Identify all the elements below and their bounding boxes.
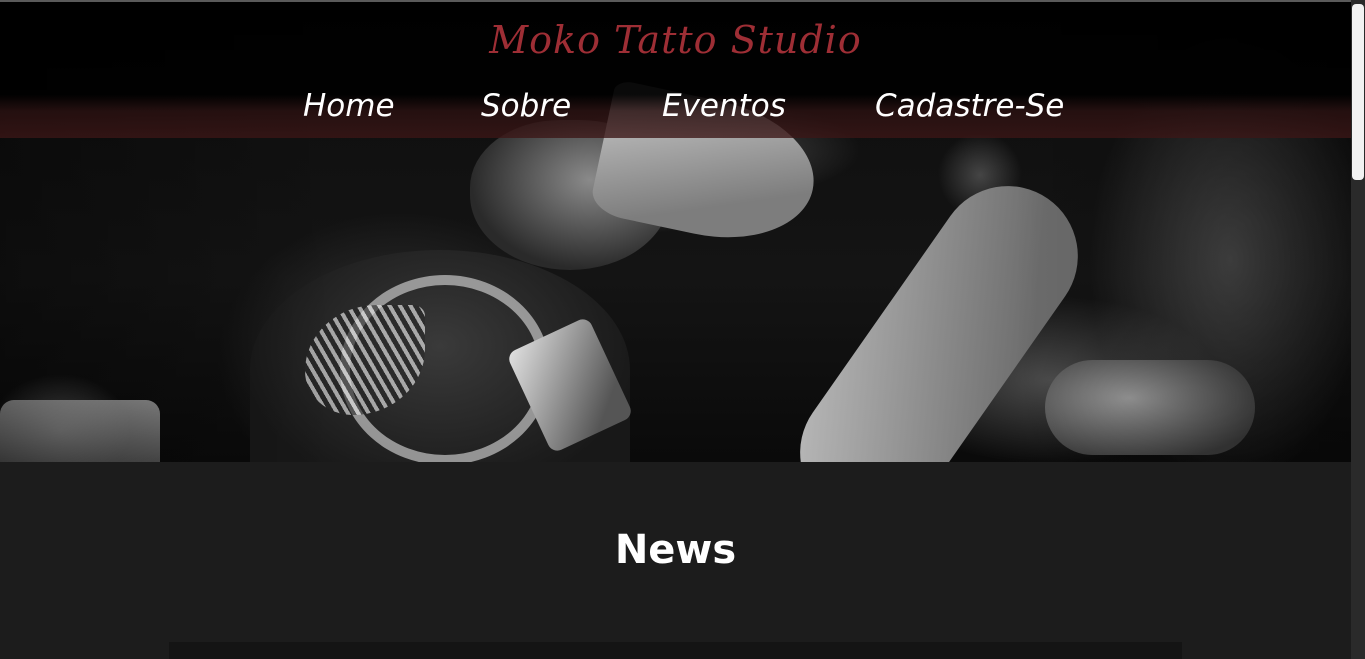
brand-logo[interactable]: Moko Tatto Studio (0, 12, 1351, 68)
nav-link-home[interactable]: Home (303, 82, 395, 130)
site-header: Moko Tatto Studio Home Sobre Eventos Cad… (0, 2, 1351, 138)
news-section: News (0, 462, 1351, 659)
nav-link-cadastre-se[interactable]: Cadastre-Se (875, 82, 1064, 130)
scrollbar-thumb[interactable] (1352, 4, 1364, 180)
news-panel (169, 642, 1182, 659)
section-title: News (614, 527, 737, 573)
nav-link-eventos[interactable]: Eventos (662, 82, 786, 130)
page: Moko Tatto Studio Home Sobre Eventos Cad… (0, 0, 1365, 659)
nav-link-sobre[interactable]: Sobre (481, 82, 571, 130)
main-nav: Home Sobre Eventos Cadastre-Se (0, 82, 1351, 132)
